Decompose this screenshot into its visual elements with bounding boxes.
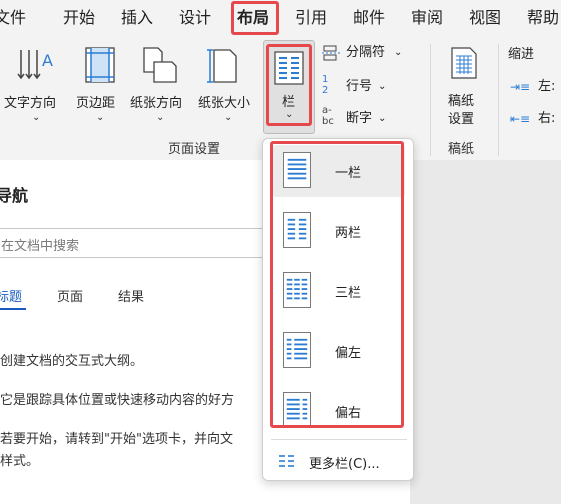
- menu-mailings[interactable]: 邮件: [353, 0, 385, 36]
- chevron-down-icon: ⌄: [378, 81, 387, 92]
- columns-dropdown: 一栏 两栏 三栏 偏左 偏右 更多栏(C)...: [262, 138, 414, 481]
- menu-references[interactable]: 引用: [295, 0, 327, 36]
- breaks-button[interactable]: 分隔符 ⌄: [322, 42, 412, 64]
- chevron-down-icon: ⌄: [224, 112, 233, 123]
- orientation-label: 纸张方向: [130, 96, 183, 111]
- draft-paper-label: 稿纸: [448, 94, 475, 109]
- menu-layout[interactable]: 布局: [237, 0, 269, 36]
- columns-button[interactable]: 栏 ⌄: [263, 40, 315, 134]
- breaks-label: 分隔符: [346, 45, 386, 60]
- right-column-icon: [283, 392, 311, 428]
- text-direction-label: 文字方向: [4, 96, 57, 111]
- columns-label: 栏: [282, 95, 296, 110]
- menu-insert[interactable]: 插入: [121, 0, 153, 36]
- columns-option-label: 偏右: [335, 406, 362, 421]
- columns-option-label: 三栏: [335, 286, 362, 301]
- columns-option-label: 偏左: [335, 346, 362, 361]
- group-divider: [498, 44, 499, 156]
- indent-left-label: 左:: [538, 79, 556, 94]
- hyphenation-button[interactable]: a-bc 断字 ⌄: [322, 105, 412, 130]
- orientation-button[interactable]: 纸张方向 ⌄: [126, 42, 192, 123]
- more-columns-button[interactable]: 更多栏(C)...: [273, 447, 405, 475]
- columns-option-right[interactable]: 偏右: [273, 385, 405, 437]
- size-button[interactable]: 纸张大小 ⌄: [194, 42, 260, 123]
- more-columns-label: 更多栏(C)...: [309, 457, 380, 472]
- columns-option-one[interactable]: 一栏: [273, 145, 405, 197]
- three-columns-icon: [283, 272, 311, 308]
- menu-design[interactable]: 设计: [179, 0, 211, 36]
- columns-option-left[interactable]: 偏左: [273, 325, 405, 377]
- one-column-icon: [283, 152, 311, 188]
- chevron-down-icon: ⌄: [378, 113, 387, 124]
- nav-message: 创建文档的交互式大纲。: [0, 354, 144, 369]
- draft-paper-group-label: 稿纸: [448, 142, 475, 157]
- menu-view[interactable]: 视图: [469, 0, 501, 36]
- two-columns-icon: [283, 212, 311, 248]
- menu-review[interactable]: 审阅: [411, 0, 443, 36]
- tab-pages[interactable]: 页面: [57, 286, 83, 305]
- columns-option-label: 一栏: [335, 166, 362, 181]
- menu-file[interactable]: 文件: [0, 0, 26, 36]
- indent-title: 缩进: [508, 47, 535, 62]
- columns-option-label: 两栏: [335, 226, 362, 241]
- chevron-down-icon: ⌄: [285, 109, 294, 120]
- indent-right-label: 右:: [538, 111, 556, 126]
- margins-label: 页边距: [76, 96, 116, 111]
- hyphenation-label: 断字: [346, 111, 373, 126]
- indent-right-field[interactable]: ⇤≡ 右:: [510, 108, 561, 130]
- columns-option-three[interactable]: 三栏: [273, 265, 405, 317]
- page-setup-group-label: 页面设置: [168, 142, 221, 157]
- size-label: 纸张大小: [198, 96, 251, 111]
- menu-home[interactable]: 开始: [63, 0, 95, 36]
- draft-paper-label-2: 设置: [448, 112, 475, 127]
- breaks-icon: [322, 45, 340, 61]
- chevron-down-icon: ⌄: [394, 47, 403, 58]
- search-input[interactable]: 在文档中搜索: [0, 228, 266, 258]
- chevron-down-icon: ⌄: [156, 112, 165, 123]
- draft-paper-icon: [451, 47, 477, 79]
- active-tab-indicator: [0, 308, 26, 310]
- chevron-down-icon: ⌄: [32, 112, 41, 123]
- search-placeholder: 在文档中搜索: [1, 239, 80, 254]
- svg-text:A: A: [42, 51, 53, 70]
- text-direction-button[interactable]: A 文字方向 ⌄: [0, 42, 70, 123]
- margins-icon: [85, 47, 115, 83]
- tab-headings[interactable]: 标题: [0, 286, 22, 305]
- nav-message: 若要开始，请转到"开始"选项卡，并向文: [0, 432, 233, 447]
- document-area[interactable]: [410, 160, 561, 504]
- line-numbers-button[interactable]: 12 行号 ⌄: [322, 74, 412, 98]
- hyphenation-icon: a-bc: [322, 105, 334, 127]
- size-icon: [207, 49, 237, 83]
- chevron-down-icon: ⌄: [96, 112, 105, 123]
- line-numbers-label: 行号: [346, 79, 373, 94]
- menu-bar: 文件 开始 插入 设计 布局 引用 邮件 审阅 视图 帮助: [0, 0, 561, 36]
- nav-title: 导航: [0, 186, 29, 205]
- text-direction-icon: A: [17, 50, 53, 80]
- nav-message: 样式。: [0, 454, 40, 469]
- indent-left-field[interactable]: ⇥≡ 左:: [510, 76, 561, 98]
- nav-message: 它是跟踪具体位置或快速移动内容的好方: [0, 393, 235, 408]
- line-numbers-icon: 12: [322, 74, 329, 96]
- columns-option-two[interactable]: 两栏: [273, 205, 405, 257]
- columns-icon: [274, 51, 304, 85]
- group-divider: [430, 44, 431, 156]
- draft-paper-button[interactable]: 稿纸 设置: [440, 42, 488, 127]
- dropdown-divider: [271, 439, 407, 440]
- menu-help[interactable]: 帮助: [527, 0, 559, 36]
- indent-left-icon: ⇥≡: [510, 80, 531, 94]
- more-columns-icon: [279, 455, 294, 467]
- orientation-icon: [143, 47, 177, 83]
- margins-button[interactable]: 页边距 ⌄: [72, 42, 128, 123]
- left-column-icon: [283, 332, 311, 368]
- tab-results[interactable]: 结果: [118, 286, 144, 305]
- indent-right-icon: ⇤≡: [510, 112, 531, 126]
